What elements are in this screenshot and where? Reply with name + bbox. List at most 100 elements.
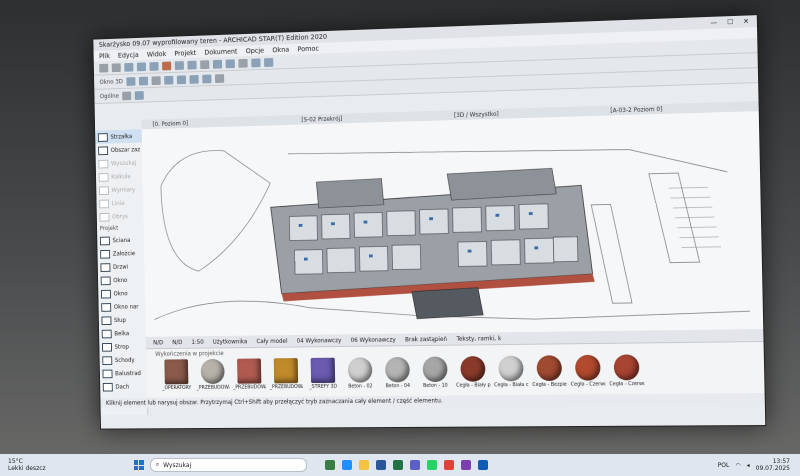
tool-find[interactable]: Wyszukaj bbox=[96, 156, 143, 171]
snap-icon[interactable] bbox=[187, 60, 196, 69]
menu-opcje[interactable]: Opcje bbox=[246, 46, 265, 54]
clock[interactable]: 13:57 09.07.2025 bbox=[756, 458, 790, 472]
search-icon: ⌕ bbox=[156, 461, 159, 469]
folder-icon[interactable] bbox=[359, 460, 369, 470]
tool-railing[interactable]: Balustrad bbox=[100, 366, 147, 380]
measure-icon[interactable] bbox=[238, 58, 247, 67]
tool-outline[interactable]: Obrys bbox=[97, 209, 144, 223]
surface-item[interactable]: _PRZEBUDOWA bbox=[233, 358, 265, 390]
surface-item[interactable]: _OPERATORY bbox=[161, 359, 192, 391]
camera-icon[interactable] bbox=[190, 74, 199, 83]
tool-zone[interactable]: Założcie bbox=[97, 246, 144, 260]
tool-corner-window[interactable]: Okno nar bbox=[98, 300, 145, 314]
menu-widok[interactable]: Widok bbox=[147, 50, 167, 58]
tool-wall[interactable]: Ściana bbox=[97, 233, 144, 247]
tool-roof[interactable]: Dach bbox=[100, 380, 147, 394]
status-pen-set[interactable]: 04 Wykonawczy bbox=[297, 337, 342, 344]
surface-item[interactable]: Cegła - Biały prz bbox=[457, 356, 490, 389]
tool-window[interactable]: Okno bbox=[98, 286, 145, 300]
status-override[interactable]: Brak zastąpień bbox=[405, 335, 447, 342]
cut-icon[interactable] bbox=[164, 75, 173, 84]
rotate-icon[interactable] bbox=[226, 59, 235, 68]
status-layer-2[interactable]: N/D bbox=[172, 339, 182, 346]
app-icon[interactable] bbox=[376, 460, 386, 470]
close-icon[interactable]: ✕ bbox=[743, 17, 749, 25]
windows-start-icon[interactable] bbox=[134, 460, 144, 470]
weather-widget[interactable]: 15°C Lekki deszcz bbox=[0, 458, 46, 472]
cube-icon[interactable] bbox=[126, 77, 135, 86]
status-layer[interactable]: N/D bbox=[153, 339, 163, 346]
pan-icon[interactable] bbox=[213, 59, 222, 68]
tool-arrow[interactable]: Strzałka bbox=[95, 129, 142, 144]
3d-model-viewport[interactable] bbox=[142, 111, 764, 337]
arrow-icon[interactable] bbox=[135, 91, 144, 100]
app-icon[interactable] bbox=[461, 460, 471, 470]
taskbar-search[interactable]: ⌕ Wyszukaj bbox=[150, 458, 307, 472]
beam-icon bbox=[102, 329, 112, 338]
view-3d-button[interactable]: Okno 3D bbox=[99, 78, 122, 85]
wifi-icon[interactable]: ◠ bbox=[735, 462, 740, 469]
app-icon[interactable] bbox=[393, 460, 403, 470]
sun-icon[interactable] bbox=[177, 75, 186, 84]
pen-set-icon[interactable] bbox=[149, 62, 158, 71]
menu-pomoc[interactable]: Pomoc bbox=[297, 44, 319, 52]
dimension-icon bbox=[99, 186, 109, 195]
surface-item[interactable]: Cegła - Bezpieca bbox=[533, 355, 566, 388]
menu-edycja[interactable]: Edycja bbox=[118, 51, 139, 59]
menu-okna[interactable]: Okna bbox=[272, 45, 289, 53]
tool-stair[interactable]: Schody bbox=[100, 353, 147, 367]
tool-beam[interactable]: Belka bbox=[99, 326, 146, 340]
zoom-icon[interactable] bbox=[200, 60, 209, 69]
tool-column[interactable]: Słup bbox=[99, 313, 146, 327]
status-mvo[interactable]: 06 Wykonawczy bbox=[351, 336, 396, 343]
language-indicator[interactable]: POL bbox=[718, 462, 730, 469]
walk-icon[interactable] bbox=[215, 74, 224, 83]
tool-opening[interactable]: Okno bbox=[98, 273, 145, 287]
tool-door[interactable]: Drzwi bbox=[98, 260, 145, 274]
surface-item[interactable]: _PRZEBUDOWA bbox=[197, 359, 229, 391]
surface-item[interactable]: Beton - 10 bbox=[419, 356, 452, 388]
select-mode-icon[interactable] bbox=[122, 91, 131, 100]
archicad-icon[interactable] bbox=[478, 460, 488, 470]
fill-icon[interactable] bbox=[162, 61, 171, 70]
surface-item[interactable]: Beton - 04 bbox=[381, 357, 414, 389]
app-icon[interactable] bbox=[410, 460, 420, 470]
minimize-icon[interactable]: — bbox=[710, 19, 717, 27]
volume-icon[interactable]: ◂ bbox=[747, 462, 750, 469]
menu-projekt[interactable]: Projekt bbox=[174, 49, 196, 57]
box-icon[interactable] bbox=[139, 76, 148, 85]
tool-line[interactable]: Linia bbox=[96, 196, 143, 210]
status-model-view[interactable]: Cały model bbox=[256, 337, 287, 344]
surface-name: _PRZEBUDOWA bbox=[233, 384, 266, 390]
chrome-icon[interactable] bbox=[444, 460, 454, 470]
surface-item[interactable]: _STREFY 3D bbox=[307, 358, 339, 390]
tool-calculate[interactable]: Kalkula bbox=[96, 169, 143, 184]
surface-item[interactable]: _PRZEBUDOWA bbox=[270, 358, 302, 390]
pencil-icon[interactable] bbox=[124, 62, 133, 71]
surface-item[interactable]: Beton - 02 bbox=[344, 357, 376, 389]
grid-icon[interactable] bbox=[175, 61, 184, 70]
surface-item[interactable]: Cegła - Czerwo bbox=[571, 355, 605, 388]
maximize-icon[interactable]: ☐ bbox=[727, 18, 733, 26]
orbit-icon[interactable] bbox=[152, 76, 161, 85]
guide-icon[interactable] bbox=[264, 58, 273, 67]
trace-icon[interactable] bbox=[251, 58, 260, 67]
surface-item[interactable]: Cegła - Biała c bbox=[495, 356, 528, 389]
tool-marquee[interactable]: Obszar zaz bbox=[95, 143, 142, 158]
menu-dokument[interactable]: Dokument bbox=[204, 47, 237, 56]
status-layer-combo[interactable]: Użytkownika bbox=[213, 338, 248, 345]
status-dimension[interactable]: Teksty, ramki, k bbox=[456, 335, 501, 342]
layer-icon[interactable] bbox=[137, 62, 146, 71]
menu-plik[interactable]: Plik bbox=[99, 52, 110, 60]
whatsapp-icon[interactable] bbox=[427, 460, 437, 470]
undo-icon[interactable] bbox=[99, 63, 108, 72]
tool-dimension[interactable]: Wymiary bbox=[96, 183, 143, 197]
app-icon[interactable] bbox=[342, 460, 352, 470]
redo-icon[interactable] bbox=[112, 63, 121, 72]
surface-item[interactable]: Cegła - Czerwo bbox=[610, 354, 644, 387]
tool-slab[interactable]: Strop bbox=[99, 340, 146, 354]
app-icon[interactable] bbox=[325, 460, 335, 470]
column-icon bbox=[101, 316, 111, 325]
status-scale[interactable]: 1:50 bbox=[191, 339, 203, 346]
render-icon[interactable] bbox=[202, 74, 211, 83]
